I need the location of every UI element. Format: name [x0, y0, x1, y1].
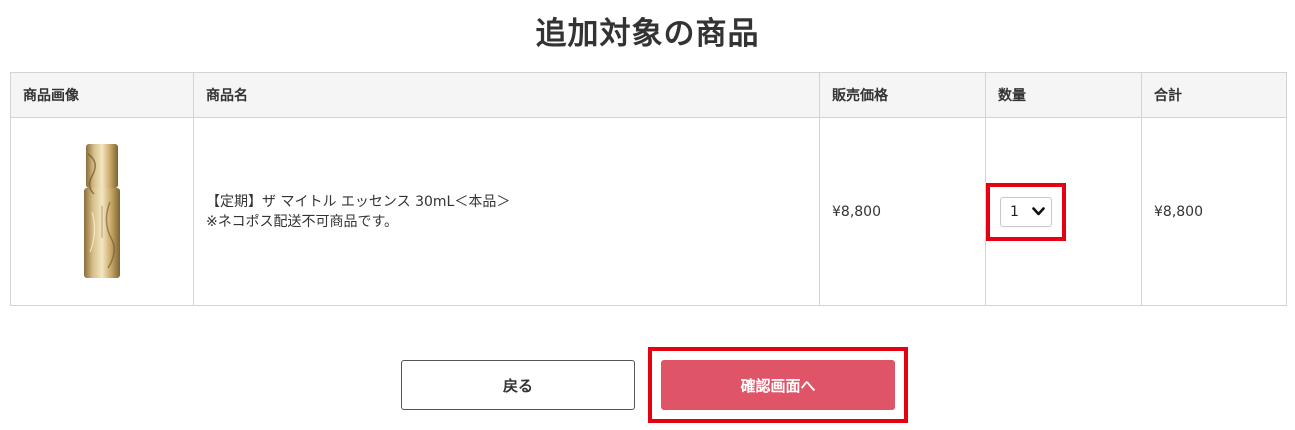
header-quantity: 数量	[985, 72, 1142, 118]
quantity-highlight: 1	[986, 182, 1066, 241]
product-image	[84, 143, 120, 278]
confirm-button[interactable]: 確認画面へ	[661, 360, 895, 410]
total-cell: ¥8,800	[1141, 117, 1287, 306]
header-image: 商品画像	[10, 72, 194, 118]
header-total: 合計	[1141, 72, 1287, 118]
quantity-select[interactable]: 1	[1000, 196, 1052, 227]
chevron-down-icon	[1032, 207, 1045, 216]
product-image-cell	[10, 117, 194, 306]
header-name: 商品名	[193, 72, 820, 118]
back-button[interactable]: 戻る	[401, 360, 635, 410]
product-table: 商品画像 商品名 販売価格 数量 合計 【定期】ザ マイトル エッセンス 30m…	[10, 72, 1287, 306]
quantity-cell: 1	[985, 117, 1142, 306]
table-header-row: 商品画像 商品名 販売価格 数量 合計	[10, 72, 1287, 118]
header-price: 販売価格	[819, 72, 986, 118]
table-row: 【定期】ザ マイトル エッセンス 30mL＜本品＞ ※ネコポス配送不可商品です。…	[10, 117, 1287, 306]
price-cell: ¥8,800	[819, 117, 986, 306]
product-note: ※ネコポス配送不可商品です。	[206, 213, 399, 230]
product-name: 【定期】ザ マイトル エッセンス 30mL＜本品＞	[206, 193, 511, 210]
product-name-cell: 【定期】ザ マイトル エッセンス 30mL＜本品＞ ※ネコポス配送不可商品です。	[193, 117, 820, 306]
page-title: 追加対象の商品	[535, 16, 760, 52]
quantity-value: 1	[1010, 203, 1019, 220]
